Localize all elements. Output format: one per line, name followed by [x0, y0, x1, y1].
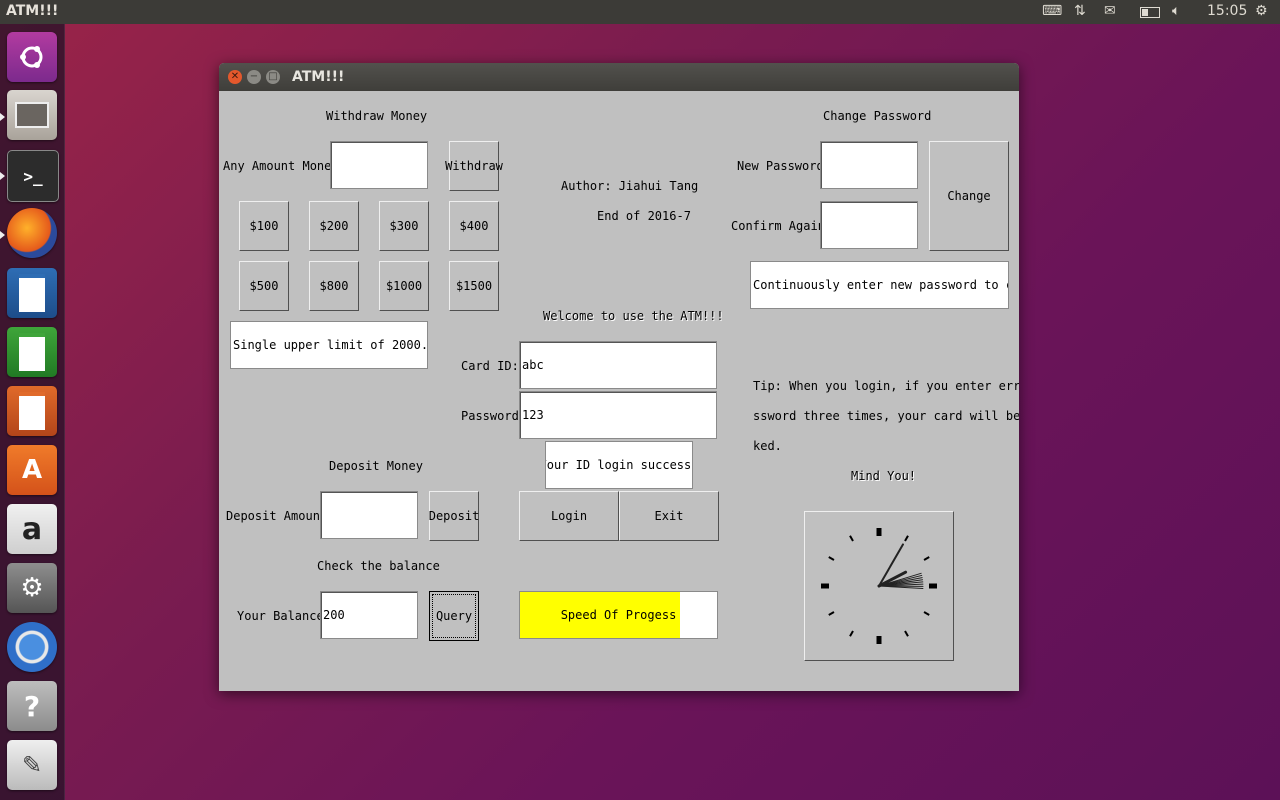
calc-icon[interactable]: [7, 327, 57, 377]
amount-100-button[interactable]: $100: [239, 201, 289, 251]
amount-1000-button[interactable]: $1000: [379, 261, 429, 311]
clock-tick: [849, 630, 854, 637]
writer-icon[interactable]: [7, 268, 57, 318]
help-icon[interactable]: ?: [7, 681, 57, 731]
running-indicator: [0, 231, 5, 239]
mail-icon[interactable]: ✉: [1104, 3, 1116, 19]
new-password-label: New Password:: [737, 159, 831, 173]
top-panel: ATM!!! ⌨ ⇅ ✉ 🔈︎ 15:05 ⚙: [0, 0, 1280, 24]
progress-label: Speed Of Progess: [560, 608, 677, 622]
software-center-icon[interactable]: A: [7, 445, 57, 495]
window-titlebar[interactable]: ✕ − □ ATM!!!: [219, 63, 1019, 91]
change-password-heading: Change Password: [823, 109, 932, 123]
ubuntu-dash-icon[interactable]: [7, 32, 57, 82]
withdraw-heading: Withdraw Money: [326, 109, 428, 123]
volume-icon[interactable]: 🔈︎: [1172, 3, 1180, 19]
deposit-amount-label: Deposit Amount:: [226, 509, 335, 523]
clock-tick: [904, 535, 909, 542]
amount-400-button[interactable]: $400: [449, 201, 499, 251]
clock-face: [821, 528, 937, 644]
deposit-amount-input[interactable]: [320, 491, 418, 539]
running-indicator: [0, 172, 5, 180]
password-input[interactable]: 123: [519, 391, 717, 439]
tip-line-2: ssword three times, your card will be cl…: [753, 409, 1019, 423]
withdraw-button[interactable]: Withdraw: [445, 141, 503, 191]
any-amount-input[interactable]: [330, 141, 428, 189]
close-icon[interactable]: ✕: [228, 70, 242, 84]
clock-tick: [849, 535, 854, 542]
network-icon[interactable]: ⇅: [1074, 3, 1086, 19]
amount-500-button[interactable]: $500: [239, 261, 289, 311]
welcome-label: Welcome to use the ATM!!!: [543, 309, 724, 323]
maximize-icon[interactable]: □: [266, 70, 280, 84]
balance-label: Your Balance:: [237, 609, 331, 623]
card-id-input[interactable]: abc: [519, 341, 717, 389]
terminal-icon[interactable]: >_: [7, 150, 59, 202]
minimize-icon[interactable]: −: [247, 70, 261, 84]
clock-tick: [828, 556, 835, 561]
confirm-password-label: Confirm Again:: [731, 219, 833, 233]
window-title: ATM!!!: [292, 69, 345, 85]
launcher: >_ A a ⚙ ? ✎: [0, 24, 65, 800]
card-id-label: Card ID:: [461, 359, 519, 373]
deposit-heading: Deposit Money: [329, 459, 423, 473]
chromium-icon[interactable]: [7, 622, 57, 672]
firefox-icon[interactable]: [7, 208, 57, 258]
impress-icon[interactable]: [7, 386, 57, 436]
login-status: Your ID login success!: [545, 441, 693, 489]
tip-line-1: Tip: When you login, if you enter error …: [753, 379, 1019, 393]
new-password-input[interactable]: [820, 141, 918, 189]
clock-time[interactable]: 15:05: [1207, 3, 1247, 19]
balance-heading: Check the balance: [317, 559, 440, 573]
progress-bar: Speed Of Progess: [519, 591, 718, 639]
clock-tick: [904, 630, 909, 637]
battery-icon[interactable]: [1140, 6, 1160, 22]
exit-button[interactable]: Exit: [619, 491, 719, 541]
change-password-note: Continuously enter new password to chang…: [750, 261, 1009, 309]
active-app-title: ATM!!!: [6, 3, 59, 19]
clock-tick: [828, 611, 835, 616]
amount-800-button[interactable]: $800: [309, 261, 359, 311]
analog-clock: [804, 511, 954, 661]
clock-tick: [923, 611, 930, 616]
text-editor-icon[interactable]: ✎: [7, 740, 57, 790]
running-indicator: [0, 113, 5, 121]
password-label: Password:: [461, 409, 527, 423]
author-label: Author: Jiahui Tang: [561, 179, 699, 193]
any-amount-label: Any Amount Money:: [223, 159, 346, 173]
amount-200-button[interactable]: $200: [309, 201, 359, 251]
keyboard-icon[interactable]: ⌨: [1042, 3, 1062, 19]
files-icon[interactable]: [7, 90, 57, 140]
balance-display[interactable]: 200: [320, 591, 418, 639]
amount-1500-button[interactable]: $1500: [449, 261, 499, 311]
login-button[interactable]: Login: [519, 491, 619, 541]
date-label: End of 2016-7: [597, 209, 691, 223]
mind-you-label: Mind You!: [851, 469, 917, 483]
amazon-icon[interactable]: a: [7, 504, 57, 554]
clock-tick: [923, 556, 930, 561]
window-content: Withdraw Money Any Amount Money: Withdra…: [219, 91, 1019, 691]
atm-window: ✕ − □ ATM!!! Withdraw Money Any Amount M…: [219, 63, 1019, 691]
amount-300-button[interactable]: $300: [379, 201, 429, 251]
tip-line-3: ked.: [753, 439, 782, 453]
confirm-password-input[interactable]: [820, 201, 918, 249]
power-gear-icon[interactable]: ⚙: [1255, 3, 1268, 19]
system-settings-icon[interactable]: ⚙: [7, 563, 57, 613]
query-button[interactable]: Query: [429, 591, 479, 641]
change-button[interactable]: Change: [929, 141, 1009, 251]
deposit-button[interactable]: Deposit: [429, 491, 479, 541]
withdraw-limit-note: Single upper limit of 2000.: [230, 321, 428, 369]
